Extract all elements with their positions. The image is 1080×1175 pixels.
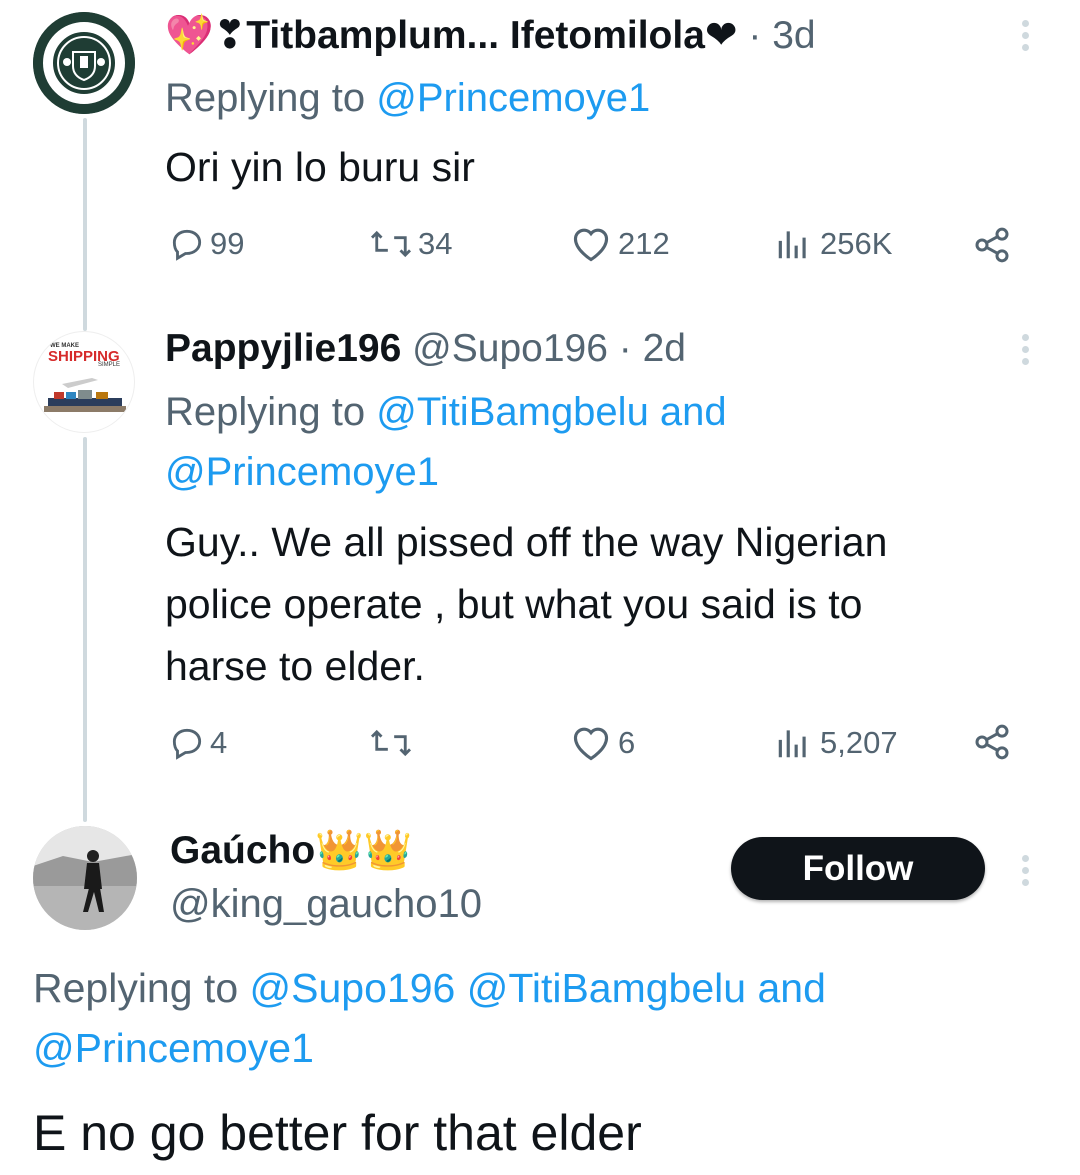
like-count: 6 — [618, 725, 636, 760]
reply-icon — [172, 229, 202, 261]
reply-button[interactable]: 99 — [168, 225, 244, 263]
display-name[interactable]: 💖❣Titbamplum... Ifetomilola❤ — [165, 14, 738, 57]
retweet-button[interactable]: 34 — [368, 225, 452, 263]
views-icon — [778, 730, 806, 758]
retweet-icon — [370, 230, 412, 258]
tweet-text-line: harse to elder. — [165, 643, 425, 689]
man-walking-photo-icon — [33, 826, 137, 930]
avatar[interactable] — [33, 12, 135, 114]
manchester-united-crest-icon — [33, 12, 135, 114]
replying-prefix: Replying to — [165, 390, 366, 434]
like-button[interactable]: 212 — [570, 225, 670, 263]
like-button[interactable]: 6 — [570, 724, 635, 762]
more-icon[interactable] — [1022, 855, 1030, 891]
avatar[interactable]: WE MAKE SHIPPING SIMPLE — [33, 331, 135, 433]
avatar[interactable] — [33, 826, 137, 930]
like-icon — [573, 727, 609, 761]
retweet-icon — [370, 729, 412, 757]
replying-to-link[interactable]: @Princemoye1 — [33, 1018, 826, 1078]
retweet-button[interactable] — [368, 724, 414, 762]
views-icon — [778, 231, 806, 259]
tweet-text: E no go better for that elder — [33, 1105, 642, 1161]
view-count: 256K — [820, 226, 893, 261]
tweet-text: Guy.. We all pissed off the way Nigerian… — [165, 511, 887, 697]
share-button[interactable] — [972, 225, 1012, 265]
tweet-text-line: police operate , but what you said is to — [165, 581, 863, 627]
replying-prefix: Replying to — [33, 965, 239, 1011]
handle[interactable]: @Supo196 — [412, 327, 608, 370]
reply-count: 99 — [210, 226, 245, 261]
retweet-count: 34 — [418, 226, 453, 261]
view-count: 5,207 — [820, 725, 898, 760]
reply-count: 4 — [210, 725, 228, 760]
more-icon[interactable] — [1022, 334, 1030, 370]
views-button[interactable]: 5,207 — [774, 724, 898, 762]
replying-to-link[interactable]: @Princemoye1 — [165, 442, 727, 502]
thread-line-2 — [83, 437, 87, 822]
follow-button[interactable]: Follow — [731, 837, 985, 900]
like-count: 212 — [618, 226, 670, 261]
handle[interactable]: @king_gaucho10 — [170, 882, 482, 927]
share-icon — [975, 724, 1009, 760]
timestamp[interactable]: · 2d — [619, 327, 686, 370]
replying-to-link[interactable]: @TitiBamgbelu and — [376, 390, 726, 434]
share-button[interactable] — [972, 722, 1012, 762]
reply-button[interactable]: 4 — [168, 724, 227, 762]
reply-icon — [172, 728, 202, 760]
shipping-logo-icon — [44, 378, 126, 412]
views-button[interactable]: 256K — [774, 225, 892, 263]
replying-prefix: Replying to — [165, 76, 366, 120]
tweet-text-line: Guy.. We all pissed off the way Nigerian — [165, 519, 888, 565]
share-icon — [975, 227, 1009, 263]
display-name[interactable]: Pappyjlie196 — [165, 327, 401, 370]
more-icon[interactable] — [1022, 20, 1030, 56]
thread-line-1 — [83, 118, 87, 331]
replying-to-link[interactable]: @Supo196 @TitiBamgbelu and — [250, 965, 826, 1011]
timestamp[interactable]: · 3d — [748, 14, 815, 57]
replying-to-link[interactable]: @Princemoye1 — [376, 76, 650, 120]
tweet-text: Ori yin lo buru sir — [165, 144, 475, 190]
like-icon — [573, 228, 609, 262]
display-name[interactable]: Gaúcho👑👑 — [170, 827, 412, 873]
